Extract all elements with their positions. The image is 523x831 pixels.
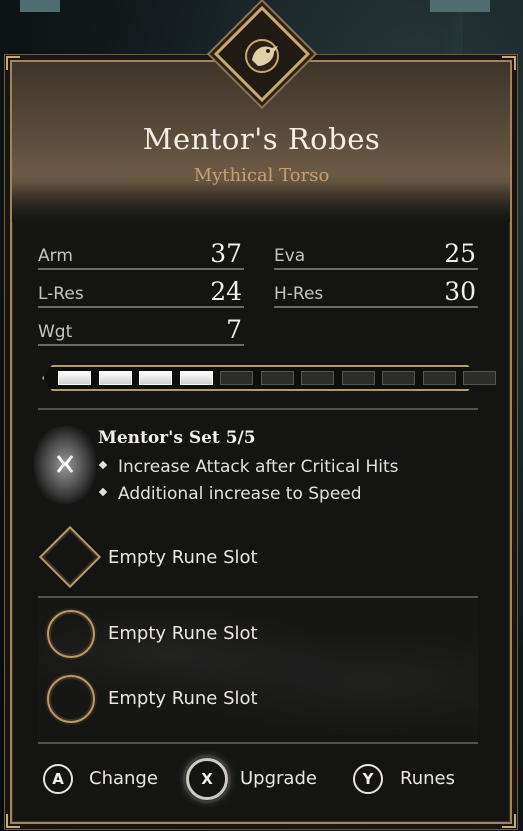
upgrade-segment-empty xyxy=(260,371,294,385)
stat-value: 7 xyxy=(226,315,242,344)
item-name: Mentor's Robes xyxy=(142,122,381,156)
runes-action-label[interactable]: Runes xyxy=(400,768,455,789)
stat-armor: Arm 37 xyxy=(38,238,244,270)
bullet-icon xyxy=(98,487,108,497)
raven-icon xyxy=(245,39,279,73)
stat-value: 24 xyxy=(210,277,242,306)
rune-slot-circle-icon[interactable] xyxy=(47,610,95,658)
x-button-icon[interactable]: X xyxy=(186,758,228,800)
set-bonus-effect: Increase Attack after Critical Hits xyxy=(98,457,399,477)
frame-corner xyxy=(6,814,20,828)
background-decoration xyxy=(430,0,490,12)
upgrade-segment-filled xyxy=(98,371,132,385)
stat-label: H-Res xyxy=(274,284,324,304)
upgrade-segment-filled xyxy=(179,371,213,385)
stat-weight: Wgt 7 xyxy=(38,314,244,346)
divider xyxy=(38,742,478,744)
stat-light-resistance: L-Res 24 xyxy=(38,276,244,308)
upgrade-segment-empty xyxy=(382,371,415,385)
upgrade-segment-empty xyxy=(301,371,334,385)
divider xyxy=(38,596,478,598)
rune-glyph-icon xyxy=(56,455,74,473)
rune-slot-circle-icon[interactable] xyxy=(47,675,95,723)
upgrade-segment-empty xyxy=(463,371,496,385)
stat-value: 37 xyxy=(210,239,242,268)
item-type: Mythical Torso xyxy=(193,165,330,186)
stat-value: 30 xyxy=(444,277,476,306)
set-bonus-effect: Additional increase to Speed xyxy=(98,484,362,504)
set-effect-text: Additional increase to Speed xyxy=(118,484,362,504)
set-bonus-title: Mentor's Set 5/5 xyxy=(98,428,256,448)
rune-slot-label[interactable]: Empty Rune Slot xyxy=(108,688,258,709)
decorative-knot-pattern xyxy=(38,600,478,735)
stat-label: L-Res xyxy=(38,284,84,304)
background-decoration xyxy=(20,0,60,12)
upgrade-segment-empty xyxy=(422,371,456,385)
divider xyxy=(38,408,478,410)
upgrade-action-label[interactable]: Upgrade xyxy=(240,768,317,789)
change-action-label[interactable]: Change xyxy=(89,768,158,789)
upgrade-segment-filled xyxy=(139,371,172,385)
rune-slot-label[interactable]: Empty Rune Slot xyxy=(108,623,258,644)
frame-corner xyxy=(502,814,516,828)
upgrade-progress-bar xyxy=(42,365,496,391)
stat-value: 25 xyxy=(444,239,476,268)
bullet-icon xyxy=(98,460,108,470)
stat-label: Eva xyxy=(274,246,306,266)
stat-heavy-resistance: H-Res 30 xyxy=(274,276,478,308)
set-effect-text: Increase Attack after Critical Hits xyxy=(118,457,399,477)
stat-evasion: Eva 25 xyxy=(274,238,478,270)
a-button-icon[interactable]: A xyxy=(43,764,73,794)
y-button-icon[interactable]: Y xyxy=(353,764,383,794)
stat-label: Wgt xyxy=(38,322,73,342)
set-rune-icon xyxy=(34,426,96,504)
upgrade-segment-empty xyxy=(341,371,375,385)
upgrade-segment-filled xyxy=(58,371,91,385)
item-emblem xyxy=(213,5,311,103)
stat-label: Arm xyxy=(38,246,73,266)
rune-slot-label[interactable]: Empty Rune Slot xyxy=(108,547,258,568)
upgrade-segment-empty xyxy=(220,371,253,385)
